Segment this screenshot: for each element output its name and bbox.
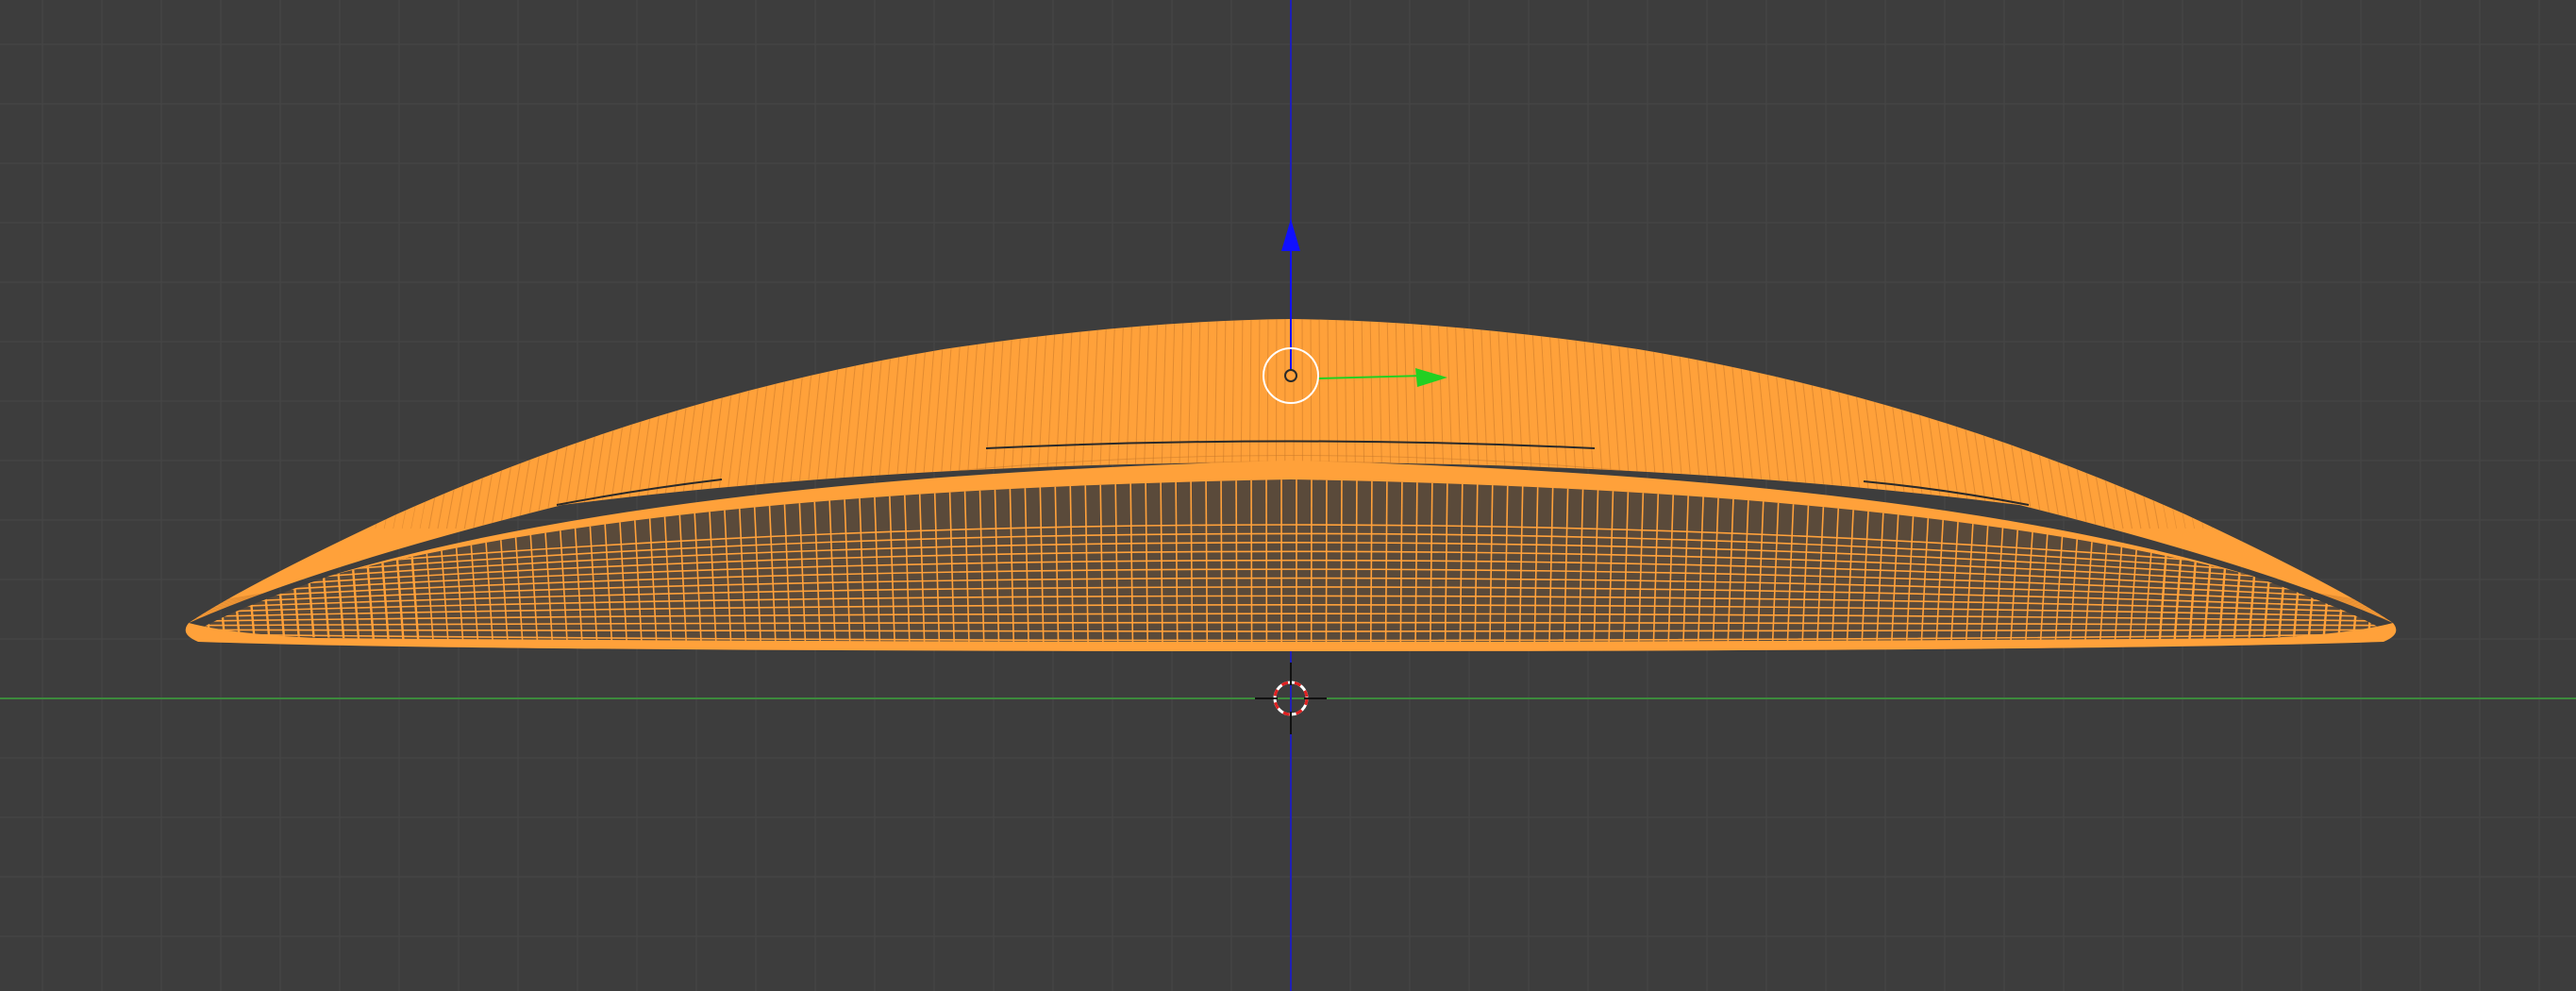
- wire-edge: [2320, 319, 2373, 529]
- wire-edge: [2142, 319, 2186, 529]
- wire-edge: [2329, 319, 2383, 529]
- wire-edge: [1250, 479, 1253, 646]
- wire-edge: [2218, 319, 2267, 529]
- wire-edge: [194, 479, 212, 646]
- wire-edge: [2295, 319, 2347, 529]
- wire-edge: [2366, 479, 2385, 646]
- wire-edge: [189, 319, 225, 529]
- wire-edge: [2354, 319, 2393, 529]
- wire-edge: [2210, 319, 2258, 529]
- wire-edge: [2150, 319, 2195, 529]
- wire-edge: [2252, 319, 2302, 529]
- wire-edge: [2303, 319, 2355, 529]
- wire-edge: [2312, 319, 2365, 529]
- wire-edge: [339, 319, 386, 529]
- wire-edge: [259, 319, 309, 529]
- wire-edge: [189, 319, 242, 529]
- wire-edge: [232, 319, 284, 529]
- wire-edge: [214, 319, 267, 529]
- wire-edge: [223, 319, 276, 529]
- wire-edge: [2269, 319, 2320, 529]
- wire-edge: [2227, 319, 2275, 529]
- wire-edge: [2346, 319, 2393, 529]
- wire-edge: [2201, 319, 2249, 529]
- wire-edge: [330, 319, 377, 529]
- object-origin-icon: [1284, 369, 1297, 382]
- wire-edge: [375, 319, 420, 529]
- wire-edge: [2380, 319, 2393, 529]
- arrow-up-icon[interactable]: [1281, 219, 1300, 251]
- wire-edge: [2167, 319, 2213, 529]
- wire-edge: [294, 319, 343, 529]
- wire-edge: [276, 319, 326, 529]
- 3d-viewport[interactable]: [0, 0, 2576, 991]
- wire-edge: [2278, 319, 2329, 529]
- wire-edge: [1355, 479, 1358, 646]
- wire-edge: [348, 319, 394, 529]
- wire-edge: [2337, 319, 2391, 529]
- wire-edge: [1340, 479, 1343, 646]
- wire-edge: [2286, 319, 2338, 529]
- wire-edge: [196, 319, 250, 529]
- wire-edge: [1235, 479, 1238, 646]
- wire-edge: [286, 319, 335, 529]
- wire-edge: [241, 319, 293, 529]
- viewport-canvas[interactable]: [0, 0, 2576, 991]
- wire-edge: [321, 319, 369, 529]
- wire-edge: [189, 319, 208, 529]
- wire-edge: [2363, 319, 2393, 529]
- wire-edge: [2235, 319, 2284, 529]
- wire-edge: [205, 319, 259, 529]
- wire-edge: [2159, 319, 2204, 529]
- wire-edge: [268, 319, 318, 529]
- wire-edge: [189, 319, 199, 529]
- wire-edge: [2193, 319, 2240, 529]
- selected-mesh-wireframe[interactable]: [143, 311, 2435, 651]
- wire-edge: [357, 319, 403, 529]
- wire-edge: [2261, 319, 2311, 529]
- wire-edge: [2244, 319, 2293, 529]
- wire-edge: [1220, 479, 1223, 646]
- wire-edge: [189, 319, 216, 529]
- wire-edge: [303, 319, 352, 529]
- wire-edge: [312, 319, 360, 529]
- wire-edge: [366, 319, 411, 529]
- wire-edge: [383, 319, 428, 529]
- wire-edge: [2184, 319, 2231, 529]
- wire-edge: [189, 319, 233, 529]
- wire-edge: [250, 319, 301, 529]
- wire-edge: [1325, 479, 1328, 646]
- wire-edge: [401, 319, 445, 529]
- wire-edge: [2176, 319, 2222, 529]
- wire-edge: [2371, 319, 2393, 529]
